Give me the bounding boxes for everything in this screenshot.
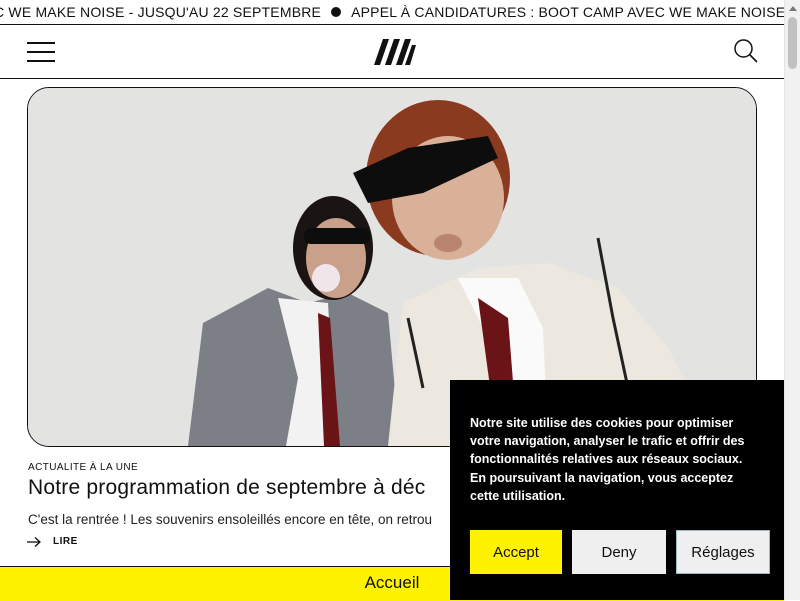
scroll-thumb[interactable]	[788, 17, 797, 69]
read-more-label: LIRE	[53, 536, 78, 547]
deny-cookies-button[interactable]: Deny	[572, 530, 666, 574]
arrow-right-icon	[27, 536, 41, 547]
cookie-banner: Notre site utilise des cookies pour opti…	[450, 380, 790, 600]
logo[interactable]	[372, 35, 418, 67]
scrollbar[interactable]	[784, 0, 800, 600]
hamburger-icon[interactable]	[27, 42, 55, 62]
article-category: ACTUALITE À LA UNE	[28, 462, 139, 473]
read-more-link[interactable]: LIRE	[27, 536, 78, 547]
wm-logo-icon	[374, 39, 416, 65]
site-header	[0, 25, 784, 79]
cookie-settings-button[interactable]: Réglages	[676, 530, 770, 574]
article-title[interactable]: Notre programmation de septembre à déc	[28, 476, 425, 500]
ticker-item[interactable]: C WE MAKE NOISE - JUSQU'AU 22 SEPTEMBRE	[0, 4, 321, 20]
bullet-icon	[331, 7, 342, 17]
accept-cookies-button[interactable]: Accept	[470, 530, 562, 574]
search-icon[interactable]	[733, 38, 759, 64]
ticker-item[interactable]: APPEL À CANDIDATURES : BOOT CAMP AVEC WE…	[351, 4, 784, 20]
news-ticker[interactable]: C WE MAKE NOISE - JUSQU'AU 22 SEPTEMBRE …	[0, 0, 784, 25]
scroll-up-icon[interactable]	[789, 6, 797, 11]
cookie-message: Notre site utilise des cookies pour opti…	[470, 416, 745, 503]
home-link[interactable]: Accueil	[365, 573, 420, 592]
article-excerpt: C'est la rentrée ! Les souvenirs ensolei…	[28, 512, 433, 527]
